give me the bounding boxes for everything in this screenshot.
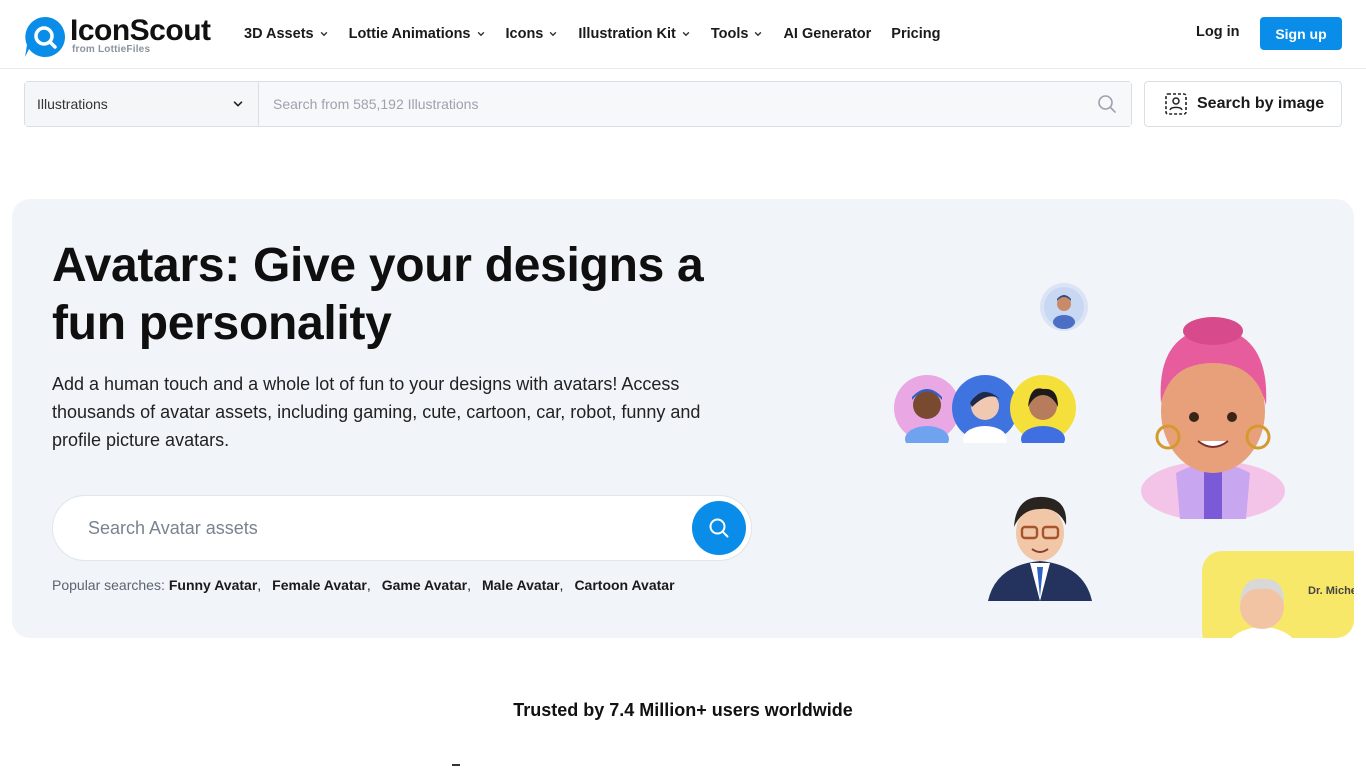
hero-banner: Avatars: Give your designs a fun persona… xyxy=(12,199,1354,638)
search-icon[interactable] xyxy=(1097,94,1117,114)
login-link[interactable]: Log in xyxy=(1196,24,1240,40)
nav-label: 3D Assets xyxy=(244,26,314,42)
hero-description: Add a human touch and a whole lot of fun… xyxy=(52,374,701,450)
nav-label: Illustration Kit xyxy=(578,26,676,42)
popular-tag-link[interactable]: Female Avatar xyxy=(272,577,367,593)
nav-illustration-kit[interactable]: Illustration Kit xyxy=(578,26,690,42)
search-by-image-label: Search by image xyxy=(1197,95,1325,112)
avatar-bubble-image xyxy=(1040,283,1088,331)
avatar-search-input[interactable] xyxy=(88,517,692,539)
main-search-input[interactable] xyxy=(273,96,1097,112)
popular-searches-label: Popular searches: xyxy=(52,577,165,593)
logo-name: IconScout xyxy=(70,14,211,47)
popular-searches: Popular searches: Funny Avatar, Female A… xyxy=(52,577,675,593)
nav-pricing[interactable]: Pricing xyxy=(891,26,940,42)
nav-3d-assets[interactable]: 3D Assets xyxy=(244,26,329,42)
asset-search-bar: Illustrations xyxy=(24,81,1132,127)
nav-label: Lottie Animations xyxy=(348,26,471,42)
main-search-field xyxy=(259,82,1131,126)
search-by-image-button[interactable]: Search by image xyxy=(1144,81,1342,127)
trusted-by-text: Trusted by 7.4 Million+ users worldwide xyxy=(513,700,853,720)
popular-tag-link[interactable]: Game Avatar xyxy=(382,577,467,593)
nav-label: AI Generator xyxy=(783,26,872,42)
nav-tools[interactable]: Tools xyxy=(711,26,764,42)
category-select[interactable]: Illustrations xyxy=(25,82,259,126)
businessman-avatar-image xyxy=(988,496,1092,601)
category-select-value: Illustrations xyxy=(37,96,108,112)
image-search-icon xyxy=(1165,93,1187,115)
nav-ai-generator[interactable]: AI Generator xyxy=(783,26,871,42)
page-title: Avatars: Give your designs a fun persona… xyxy=(52,239,704,350)
avatar-search-button[interactable] xyxy=(692,501,746,555)
chevron-down-icon xyxy=(233,101,243,107)
nav-lottie-animations[interactable]: Lottie Animations xyxy=(349,26,486,42)
main-nav: 3D Assets Lottie Animations Icons Illust… xyxy=(244,22,960,46)
top-navbar: IconScout from LottieFiles 3D Assets Lot… xyxy=(0,0,1366,69)
nav-label: Tools xyxy=(710,26,749,42)
chevron-down-icon xyxy=(550,32,557,37)
avatar-trio-image xyxy=(894,375,1076,443)
popular-tag-link[interactable]: Cartoon Avatar xyxy=(574,577,674,593)
partner-logo-fragment xyxy=(452,764,460,766)
pink-hair-avatar-image xyxy=(1141,317,1285,519)
search-icon xyxy=(709,518,729,538)
doctor-card-image: Dr. Miche xyxy=(1202,551,1354,638)
nav-icons[interactable]: Icons xyxy=(506,26,559,42)
signup-button[interactable]: Sign up xyxy=(1260,17,1342,50)
nav-label: Icons xyxy=(505,26,544,42)
logo-mark-icon xyxy=(24,16,66,58)
chevron-down-icon xyxy=(477,32,484,37)
logo-text: IconScout from LottieFiles xyxy=(70,14,211,55)
chevron-down-icon xyxy=(682,32,690,37)
nav-label: Pricing xyxy=(891,26,941,42)
chevron-down-icon xyxy=(755,32,762,37)
avatar-search-box xyxy=(52,495,752,561)
popular-tag-link[interactable]: Funny Avatar xyxy=(169,577,257,593)
doctor-card-name: Dr. Miche xyxy=(1308,585,1354,597)
chevron-down-icon xyxy=(320,32,327,37)
iconscout-logo[interactable]: IconScout from LottieFiles xyxy=(24,14,211,58)
popular-tag-link[interactable]: Male Avatar xyxy=(482,577,560,593)
